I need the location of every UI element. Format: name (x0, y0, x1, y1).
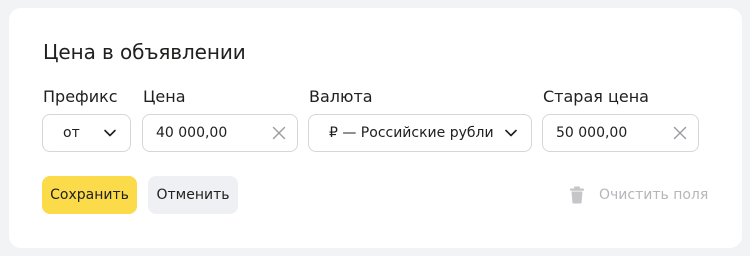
price-input[interactable]: 40 000,00 (142, 114, 298, 152)
old-price-input-value: 50 000,00 (556, 125, 628, 141)
close-icon[interactable] (271, 125, 287, 141)
price-label: Цена (143, 87, 186, 106)
currency-select[interactable]: ₽ — Российские рубли (308, 114, 532, 152)
trash-icon (570, 186, 584, 204)
price-input-value: 40 000,00 (156, 125, 228, 141)
price-card: Цена в объявлении Префикс от Цена 40 000… (9, 8, 742, 248)
clear-fields-label: Очистить поля (599, 187, 709, 203)
prefix-select[interactable]: от (42, 114, 131, 152)
prefix-select-value: от (63, 125, 80, 141)
old-price-input[interactable]: 50 000,00 (542, 114, 699, 152)
old-price-label: Старая цена (543, 87, 649, 106)
currency-label: Валюта (309, 87, 373, 106)
save-button[interactable]: Сохранить (42, 176, 137, 214)
close-icon[interactable] (672, 125, 688, 141)
clear-fields-button[interactable]: Очистить поля (569, 183, 708, 207)
chevron-down-icon (104, 129, 116, 137)
currency-select-value: ₽ — Российские рубли (329, 125, 494, 141)
card-title: Цена в объявлении (43, 40, 246, 64)
prefix-label: Префикс (43, 87, 118, 106)
chevron-down-icon (505, 129, 517, 137)
cancel-button[interactable]: Отменить (148, 176, 238, 214)
